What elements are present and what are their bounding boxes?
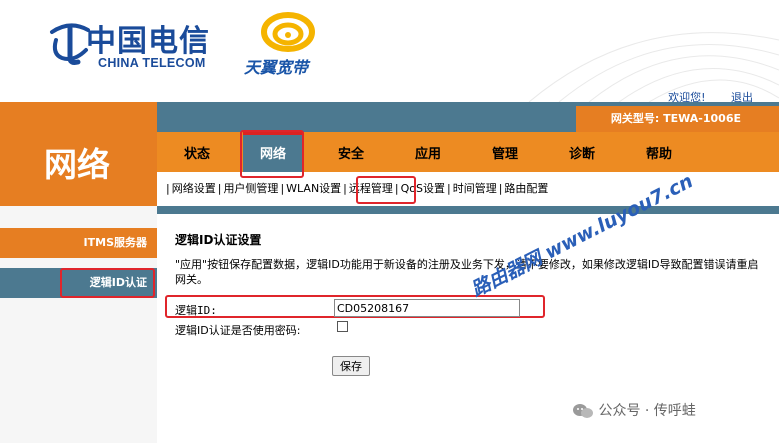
logic-id-label: 逻辑ID: (175, 304, 217, 317)
wechat-source-text: 公众号 · 传呼蛙 (598, 403, 696, 419)
subnav-user-side-management[interactable]: 用户侧管理 (222, 180, 279, 196)
remote-management-highlight (356, 176, 416, 204)
header-swirl-decoration (528, 32, 779, 102)
welcome-link[interactable]: 欢迎您! (668, 91, 705, 102)
wechat-source: 公众号 · 传呼蛙 (572, 400, 696, 420)
tab-help[interactable]: 帮助 (629, 132, 689, 172)
subnav-network-settings[interactable]: 网络设置 (171, 180, 217, 196)
top-links: 欢迎您! 退出 (646, 89, 753, 102)
brand-cn: 中国电信 (86, 24, 210, 59)
logic-id-input[interactable] (334, 299, 520, 317)
tab-management[interactable]: 管理 (475, 132, 535, 172)
tab-security[interactable]: 安全 (321, 132, 381, 172)
logic-id-sidebar-highlight (60, 268, 155, 298)
main-top-bar (157, 206, 779, 214)
tab-status[interactable]: 状态 (167, 132, 227, 172)
header: 中国电信 CHINA TELECOM 天翼宽带 欢迎您! 退出 (0, 0, 779, 102)
section-title: 网络 (44, 145, 110, 184)
use-password-checkbox[interactable] (337, 321, 348, 332)
tab-diagnosis[interactable]: 诊断 (552, 132, 612, 172)
gateway-model: 网关型号: TEWA-1006E (576, 106, 779, 132)
tab-application[interactable]: 应用 (398, 132, 458, 172)
tianyi-swirl-icon (261, 12, 315, 52)
brand-en: CHINA TELECOM (98, 56, 206, 70)
form-title: 逻辑ID认证设置 (175, 233, 262, 247)
save-button[interactable]: 保存 (332, 356, 370, 376)
network-tab-highlight (240, 130, 304, 178)
subnav-wlan-settings[interactable]: WLAN设置 (285, 180, 342, 196)
subnav-route-config[interactable]: 路由配置 (503, 180, 549, 196)
section-panel: 网络 (0, 102, 157, 206)
logout-link[interactable]: 退出 (731, 91, 753, 102)
use-password-label: 逻辑ID认证是否使用密码: (175, 324, 301, 337)
subnav-time-management[interactable]: 时间管理 (452, 180, 498, 196)
tianyi-text: 天翼宽带 (244, 58, 309, 77)
sidebar-item-itms-server[interactable]: ITMS服务器 (0, 228, 157, 258)
wechat-icon (573, 404, 593, 418)
